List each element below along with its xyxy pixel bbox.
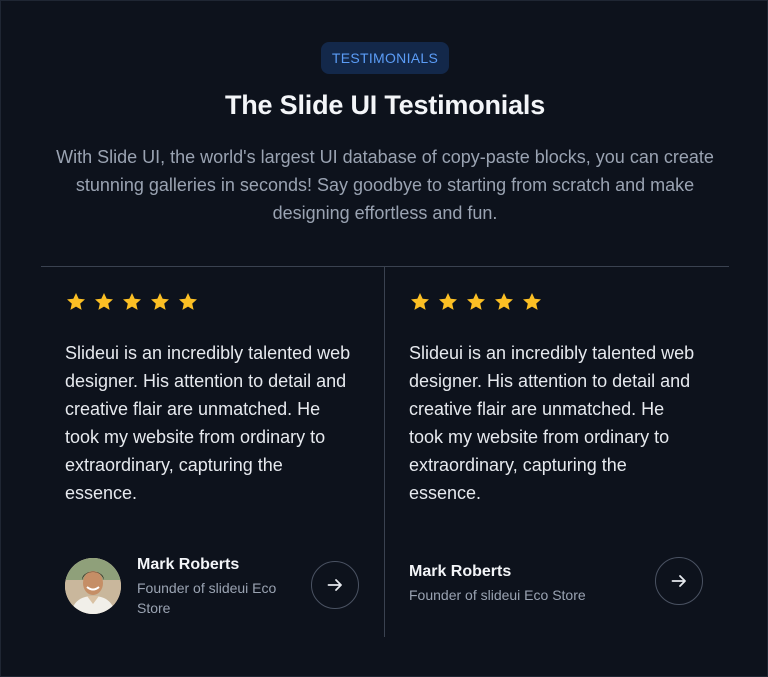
testimonial-card: Slideui is an incredibly talented web de… — [409, 267, 709, 637]
section-badge: TESTIMONIALS — [321, 42, 449, 74]
avatar-image — [65, 558, 121, 614]
next-testimonial-button[interactable] — [311, 561, 359, 609]
section-description: With Slide UI, the world's largest UI da… — [56, 147, 714, 223]
star-icon — [151, 293, 169, 310]
author-role: Founder of slideui Eco Store — [409, 587, 586, 603]
star-icon — [123, 293, 141, 310]
star-icon — [411, 293, 429, 310]
testimonial-quote: Slideui is an incredibly talented web de… — [409, 343, 695, 503]
arrow-right-icon — [327, 579, 342, 591]
avatar — [65, 558, 121, 614]
author-info: Mark Roberts Founder of slideui Eco Stor… — [137, 554, 297, 618]
page-title: The Slide UI Testimonials — [224, 90, 546, 120]
testimonials-section: TESTIMONIALS The Slide UI Testimonials W… — [0, 0, 768, 677]
star-icon — [523, 293, 541, 310]
testimonial-quote: Slideui is an incredibly talented web de… — [65, 343, 351, 503]
next-testimonial-button[interactable] — [655, 557, 703, 605]
author-name: Mark Roberts — [409, 563, 512, 580]
star-icon — [67, 293, 85, 310]
author-role: Founder of slideui Eco Store — [137, 580, 277, 616]
arrow-right-icon — [671, 575, 686, 587]
testimonial-card: Slideui is an incredibly talented web de… — [65, 267, 365, 637]
author-info: Mark Roberts Founder of slideui Eco Stor… — [409, 561, 639, 605]
star-icon — [95, 293, 113, 310]
star-icon — [439, 293, 457, 310]
vertical-divider — [384, 267, 385, 637]
star-icon — [467, 293, 485, 310]
author-name: Mark Roberts — [137, 556, 240, 573]
star-rating — [409, 291, 543, 313]
star-icon — [179, 293, 197, 310]
star-rating — [65, 291, 199, 313]
star-icon — [495, 293, 513, 310]
